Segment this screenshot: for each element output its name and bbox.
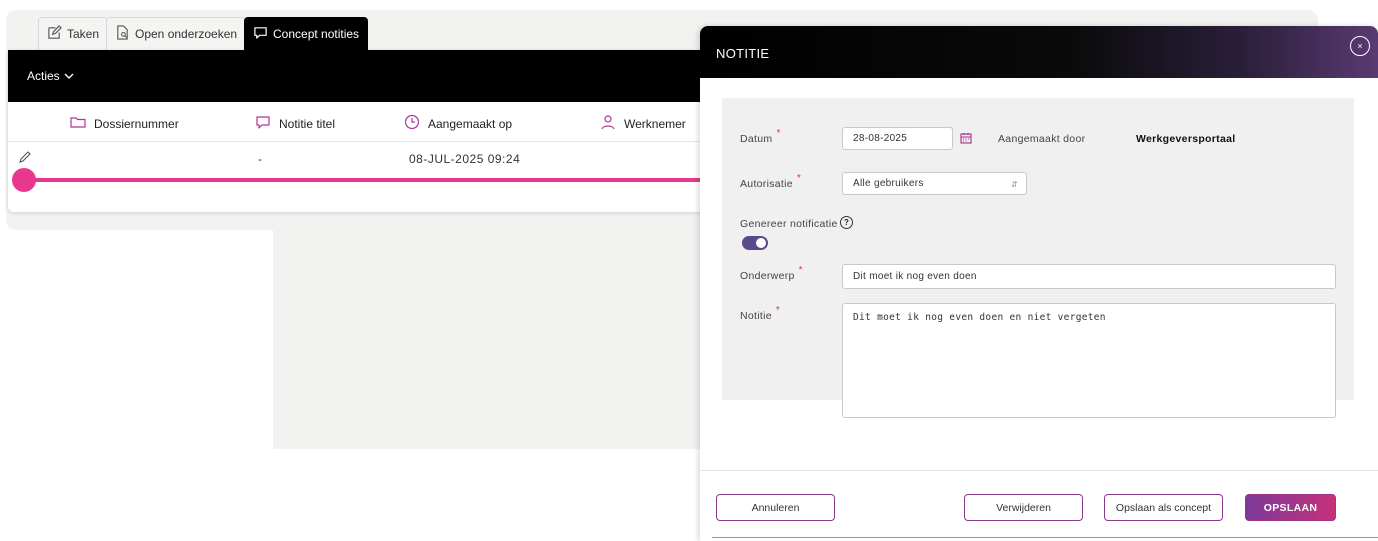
genereer-notificatie-toggle[interactable] — [742, 236, 768, 250]
folder-icon — [70, 114, 86, 133]
delete-button[interactable]: Verwijderen — [964, 494, 1083, 521]
person-icon — [600, 114, 616, 133]
tab-open-onderzoeken[interactable]: Open onderzoeken — [106, 17, 247, 50]
speech-bubble-icon — [255, 114, 271, 133]
note-form: Datum * 28-08-2025 Aangemaakt door Werkge… — [722, 98, 1354, 418]
notitie-textarea[interactable]: Dit moet ik nog even doen en niet verget… — [842, 303, 1336, 418]
column-header-dossiernummer[interactable]: Dossiernummer — [70, 114, 179, 133]
footer-bottom-line — [712, 537, 1378, 538]
content-background — [273, 220, 713, 449]
actions-label: Acties — [27, 69, 60, 83]
save-concept-button[interactable]: Opslaan als concept — [1104, 494, 1223, 521]
chevron-down-icon — [64, 69, 74, 83]
aangemaakt-door-value: Werkgeversportaal — [1136, 133, 1236, 145]
cell-notitie-titel: - — [258, 152, 263, 166]
datum-input[interactable]: 28-08-2025 — [842, 127, 953, 150]
datum-label: Datum * — [740, 128, 781, 145]
tab-label: Taken — [67, 27, 100, 41]
concept-notes-table: Acties Dossiernummer Notitie titel Aange… — [8, 50, 708, 212]
tab-label: Concept notities — [273, 27, 360, 41]
onderwerp-input[interactable]: Dit moet ik nog even doen — [842, 264, 1336, 289]
column-header-werknemer[interactable]: Werknemer — [600, 114, 686, 133]
select-arrows-icon: ⇵ — [1010, 180, 1018, 189]
aangemaakt-door-label: Aangemaakt door — [998, 133, 1086, 145]
annotation-arrow-dot — [12, 168, 36, 192]
note-modal: NOTITIE × Datum * 28-08-2025 Aangemaakt d… — [700, 26, 1378, 541]
genereer-notificatie-label: Genereer notificatie — [740, 218, 838, 230]
tab-label: Open onderzoeken — [135, 27, 238, 41]
close-icon[interactable]: × — [1350, 36, 1370, 56]
speech-bubble-icon — [253, 25, 268, 43]
column-header-notitie-titel[interactable]: Notitie titel — [255, 114, 335, 133]
table-toolbar: Acties — [8, 50, 708, 102]
notitie-label: Notitie * — [740, 305, 781, 322]
column-header-aangemaakt-op[interactable]: Aangemaakt op — [404, 114, 512, 133]
cancel-button[interactable]: Annuleren — [716, 494, 835, 521]
tab-concept-notities[interactable]: Concept notities — [244, 17, 369, 50]
column-label: Aangemaakt op — [428, 116, 513, 131]
onderwerp-label: Onderwerp * — [740, 265, 803, 282]
modal-header: NOTITIE × — [700, 26, 1378, 78]
column-label: Notitie titel — [279, 116, 336, 131]
edit-icon — [47, 25, 62, 43]
header-divider — [8, 141, 708, 142]
document-search-icon — [115, 25, 130, 43]
autorisatie-value: Alle gebruikers — [853, 178, 924, 189]
footer-divider — [700, 470, 1378, 471]
annotation-arrow-line — [26, 178, 722, 182]
save-button[interactable]: OPSLAAN — [1245, 494, 1336, 521]
column-label: Dossiernummer — [94, 116, 179, 131]
modal-title: NOTITIE — [716, 46, 770, 61]
autorisatie-select[interactable]: Alle gebruikers ⇵ — [842, 172, 1027, 195]
help-icon[interactable]: ? — [840, 216, 853, 229]
cell-aangemaakt-op: 08-JUL-2025 09:24 — [409, 152, 521, 166]
actions-dropdown[interactable]: Acties — [27, 69, 74, 83]
autorisatie-label: Autorisatie * — [740, 173, 802, 190]
clock-icon — [404, 114, 420, 133]
column-label: Werknemer — [624, 116, 686, 131]
tab-taken[interactable]: Taken — [38, 17, 109, 50]
calendar-icon[interactable] — [960, 131, 972, 149]
pencil-icon[interactable] — [18, 150, 32, 169]
